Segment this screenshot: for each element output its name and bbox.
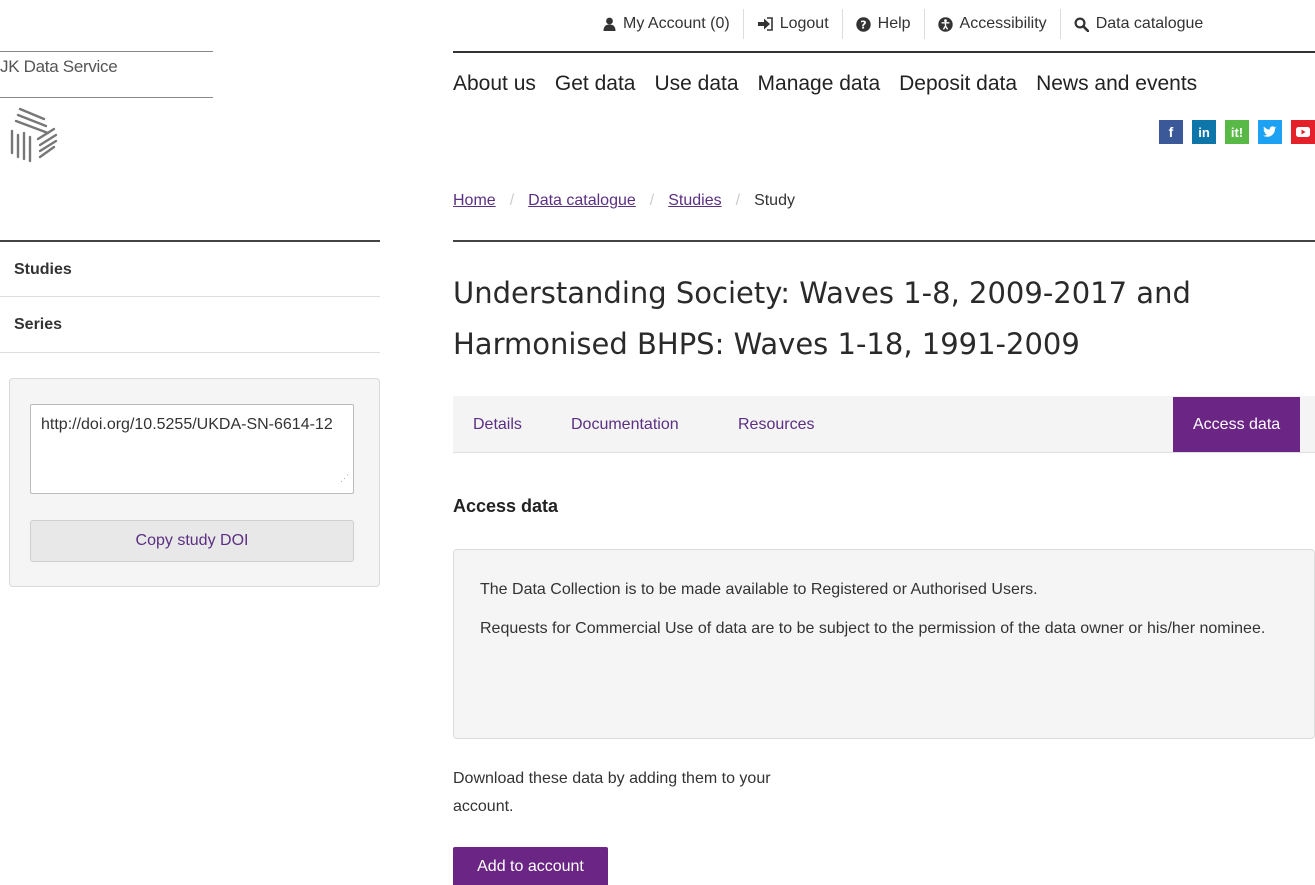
- sidebar-separator: [0, 296, 380, 297]
- tab-resources[interactable]: Resources: [738, 396, 814, 453]
- sidebar-separator: [0, 352, 380, 353]
- my-account-label: My Account (0): [623, 15, 730, 32]
- access-condition-text: The Data Collection is to be made availa…: [480, 581, 1038, 598]
- nav-manage-data[interactable]: Manage data: [758, 72, 881, 96]
- utility-nav: My Account (0) Logout ? Help Accessibili…: [590, 0, 1216, 48]
- study-tabs: Details Documentation Resources Access d…: [453, 396, 1315, 453]
- brand-divider-top: [0, 51, 213, 52]
- resize-handle-icon[interactable]: ⋰: [340, 466, 349, 490]
- accessibility-icon: [937, 16, 953, 32]
- nav-about-us[interactable]: About us: [453, 72, 536, 96]
- breadcrumb-data-catalogue[interactable]: Data catalogue: [528, 192, 636, 210]
- main-nav: About us Get data Use data Manage data D…: [453, 72, 1197, 96]
- svg-text:?: ?: [860, 18, 866, 31]
- nav-get-data[interactable]: Get data: [555, 72, 636, 96]
- brand-name: JK Data Service: [0, 57, 118, 76]
- doi-panel: http://doi.org/10.5255/UKDA-SN-6614-12 ⋰…: [9, 378, 380, 587]
- iti-icon[interactable]: it!: [1225, 120, 1249, 144]
- brand-divider-bottom: [0, 97, 213, 98]
- add-to-account-button[interactable]: Add to account: [453, 847, 608, 885]
- sidebar-item-studies[interactable]: Studies: [14, 261, 72, 279]
- breadcrumb-current-study: Study: [754, 192, 795, 209]
- accessibility-link[interactable]: Accessibility: [923, 9, 1060, 39]
- sidebar-divider: [0, 240, 380, 242]
- header-divider: [453, 51, 1315, 53]
- doi-textarea[interactable]: http://doi.org/10.5255/UKDA-SN-6614-12 ⋰: [30, 404, 354, 494]
- social-links: f in it!: [1159, 120, 1315, 144]
- sidebar-item-series[interactable]: Series: [14, 316, 62, 334]
- nav-news-and-events[interactable]: News and events: [1036, 72, 1197, 96]
- access-data-heading: Access data: [453, 496, 559, 516]
- access-conditions-panel: The Data Collection is to be made availa…: [453, 549, 1315, 739]
- logout-icon: [757, 17, 773, 31]
- youtube-icon[interactable]: [1291, 120, 1315, 144]
- doi-value: http://doi.org/10.5255/UKDA-SN-6614-12: [41, 416, 333, 433]
- search-icon: [1074, 16, 1089, 32]
- help-icon: ?: [855, 16, 871, 32]
- nav-deposit-data[interactable]: Deposit data: [899, 72, 1017, 96]
- tab-access-data[interactable]: Access data: [1173, 397, 1301, 452]
- breadcrumb-separator: /: [735, 192, 741, 209]
- page-title: Understanding Society: Waves 1-8, 2009-2…: [453, 276, 1191, 361]
- youtube-play-glyph: [1296, 127, 1310, 137]
- breadcrumb-studies[interactable]: Studies: [668, 192, 721, 210]
- breadcrumb-separator: /: [649, 192, 655, 209]
- tab-details[interactable]: Details: [473, 396, 522, 453]
- download-instructions: Download these data by adding them to yo…: [453, 770, 771, 815]
- breadcrumb-home[interactable]: Home: [453, 192, 496, 210]
- linkedin-icon[interactable]: in: [1192, 120, 1216, 144]
- twitter-bird-glyph: [1263, 126, 1277, 137]
- tab-documentation[interactable]: Documentation: [571, 396, 679, 453]
- logout-label: Logout: [779, 15, 829, 32]
- nav-use-data[interactable]: Use data: [654, 72, 738, 96]
- help-label: Help: [877, 15, 911, 32]
- data-catalogue-search-link[interactable]: Data catalogue: [1059, 9, 1217, 39]
- accessibility-label: Accessibility: [959, 15, 1047, 32]
- twitter-icon[interactable]: [1258, 120, 1282, 144]
- data-catalogue-label: Data catalogue: [1095, 15, 1204, 32]
- help-link[interactable]: ? Help: [841, 9, 924, 39]
- my-account-link[interactable]: My Account (0): [590, 9, 743, 39]
- uk-data-service-logo-icon: [10, 107, 58, 163]
- breadcrumb: Home / Data catalogue / Studies / Study: [453, 192, 795, 210]
- breadcrumb-divider: [453, 240, 1315, 242]
- facebook-icon[interactable]: f: [1159, 120, 1183, 144]
- breadcrumb-separator: /: [509, 192, 515, 209]
- logout-link[interactable]: Logout: [742, 9, 842, 39]
- user-icon: [603, 17, 616, 31]
- copy-doi-button[interactable]: Copy study DOI: [30, 520, 354, 562]
- commercial-use-text: Requests for Commercial Use of data are …: [480, 620, 1266, 637]
